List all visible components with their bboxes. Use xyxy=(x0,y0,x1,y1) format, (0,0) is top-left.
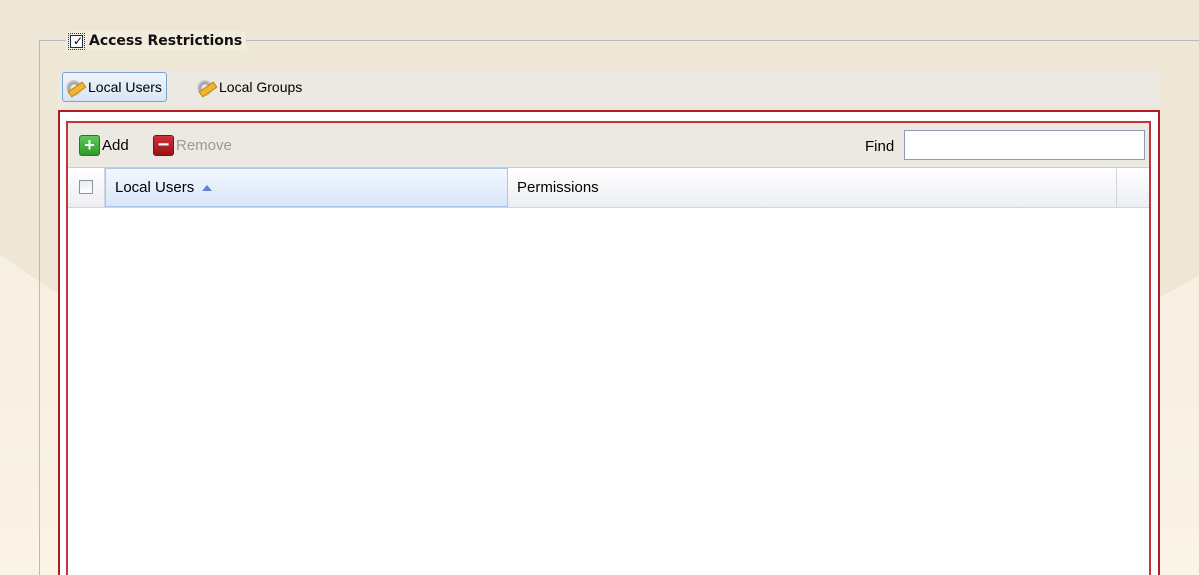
local-users-grid-panel: + Add − Remove Find Local Users Permissi… xyxy=(66,121,1151,575)
remove-button[interactable]: − Remove xyxy=(153,135,232,156)
group-config-icon xyxy=(196,77,218,98)
select-all-cell xyxy=(68,168,105,207)
access-restrictions-checkbox[interactable]: ✓ xyxy=(68,32,85,50)
tab-local-users[interactable]: Local Users xyxy=(62,72,167,102)
tab-local-users-label: Local Users xyxy=(88,79,162,95)
column-header-permissions-label: Permissions xyxy=(517,179,599,196)
grid-toolbar: + Add − Remove Find xyxy=(68,123,1149,168)
sort-ascending-icon xyxy=(202,184,213,191)
remove-button-label: Remove xyxy=(176,137,232,154)
tab-local-groups[interactable]: Local Groups xyxy=(194,72,306,102)
tab-bar: Local Users Local Groups xyxy=(58,70,1160,108)
plus-icon: + xyxy=(79,135,100,156)
grid-header: Local Users Permissions xyxy=(68,168,1149,208)
select-all-checkbox[interactable] xyxy=(79,180,93,194)
find-label: Find xyxy=(865,138,895,155)
checkmark-icon: ✓ xyxy=(73,33,84,48)
add-button-label: Add xyxy=(102,137,129,154)
access-restrictions-legend: ✓ Access Restrictions xyxy=(66,31,247,51)
minus-icon: − xyxy=(153,135,174,156)
tab-local-groups-label: Local Groups xyxy=(219,79,303,95)
column-header-filler xyxy=(1117,168,1149,207)
add-button[interactable]: + Add xyxy=(79,135,129,156)
column-header-local-users-label: Local Users xyxy=(115,179,195,196)
find-input[interactable] xyxy=(904,130,1145,160)
user-config-icon xyxy=(65,77,87,98)
column-header-local-users[interactable]: Local Users xyxy=(105,168,508,207)
grid-body[interactable] xyxy=(68,208,1149,575)
column-header-permissions[interactable]: Permissions xyxy=(508,168,1117,207)
access-restrictions-label: Access Restrictions xyxy=(89,33,243,49)
